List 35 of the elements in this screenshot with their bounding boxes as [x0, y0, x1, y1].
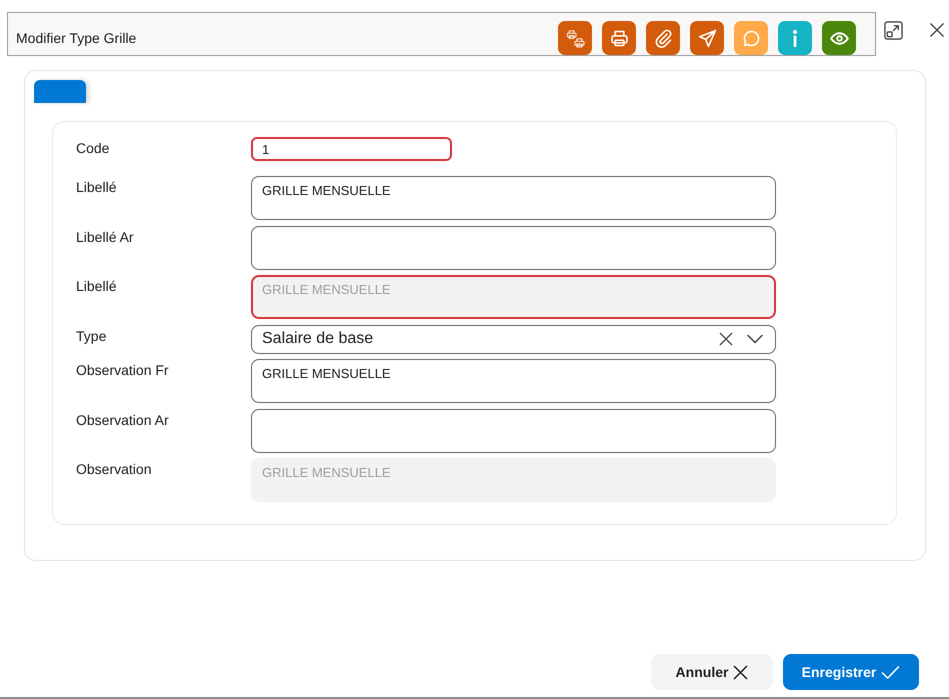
expand-icon[interactable] — [884, 21, 903, 40]
close-icon[interactable] — [930, 23, 944, 37]
save-button[interactable]: Enregistrer — [783, 654, 919, 690]
text-area[interactable] — [251, 226, 776, 270]
field-label: Libellé Ar — [76, 228, 135, 244]
text-area[interactable]: GRILLE MENSUELLE — [251, 359, 776, 403]
paper-plane-icon — [696, 28, 718, 48]
cancel-button[interactable]: Annuler — [651, 654, 773, 690]
paperclip-icon — [652, 28, 674, 48]
dialog-title: Modifier Type Grille — [16, 30, 136, 46]
clear-icon[interactable] — [719, 332, 733, 346]
info-icon — [793, 30, 797, 46]
printer-icon — [608, 28, 630, 48]
close-icon — [733, 664, 748, 680]
text-area[interactable] — [251, 408, 776, 452]
field-label: Libellé — [76, 179, 118, 195]
text-field[interactable]: 1 — [251, 137, 452, 161]
info-button[interactable] — [778, 21, 812, 55]
field-label: Type — [76, 328, 108, 344]
field-label: Observation — [76, 461, 152, 477]
field-label: Libellé — [76, 278, 118, 294]
text-area[interactable]: GRILLE MENSUELLE — [251, 176, 776, 220]
printers-icon — [564, 28, 586, 48]
check-icon — [881, 664, 900, 680]
print-all-button[interactable] — [558, 21, 592, 55]
speech-bubble-icon — [740, 28, 762, 48]
chevron-down-icon — [747, 334, 763, 344]
field-label: Code — [76, 140, 110, 156]
print-button[interactable] — [602, 21, 636, 55]
field-label: Observation Ar — [76, 412, 170, 428]
view-button[interactable] — [822, 21, 856, 55]
send-button[interactable] — [690, 21, 724, 55]
attach-button[interactable] — [646, 21, 680, 55]
field-label: Observation Fr — [76, 362, 170, 378]
select-field[interactable]: Salaire de base — [251, 324, 776, 354]
